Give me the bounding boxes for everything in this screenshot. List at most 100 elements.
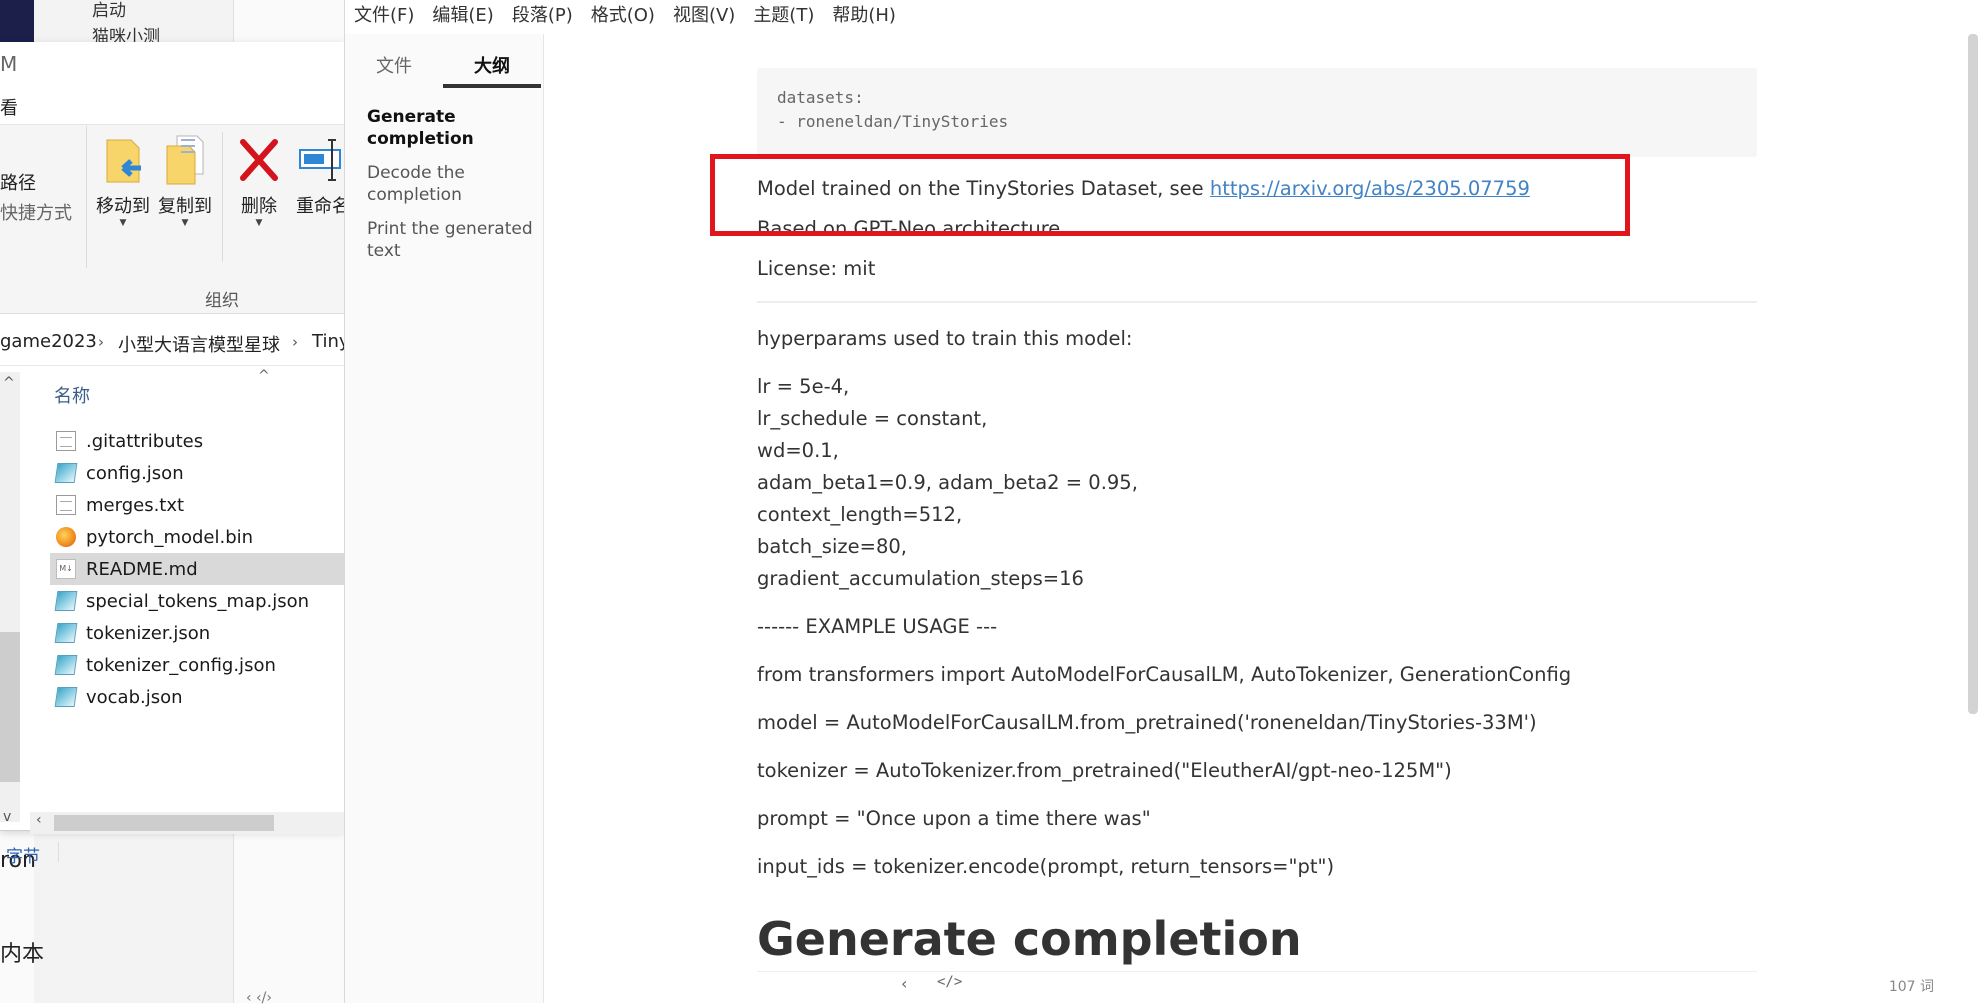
menu-help[interactable]: 帮助(H)	[823, 0, 905, 34]
move-to-label: 移动到	[96, 196, 150, 217]
outline-item-decode-completion[interactable]: Decode the completion	[367, 162, 537, 206]
status-separator	[58, 842, 59, 862]
code-block[interactable]: datasets: - roneneldan/TinyStories	[757, 68, 1757, 157]
model-load-line: model = AutoModelForCausalLM.from_pretra…	[757, 711, 1537, 734]
sidebar: 文件 大纲 Generate completion Decode the com…	[345, 34, 544, 1003]
heading-underline	[757, 971, 1757, 972]
model-description: Model trained on the TinyStories Dataset…	[757, 173, 1757, 205]
horizontal-scrollbar[interactable]	[30, 812, 344, 834]
menu-theme[interactable]: 主题(T)	[744, 0, 823, 34]
list-item[interactable]: config.json	[50, 457, 344, 489]
breadcrumb-item[interactable]: 小型大语言模型星球	[118, 331, 280, 357]
menu-bar: 文件(F) 编辑(E) 段落(P) 格式(O) 视图(V) 主题(T) 帮助(H…	[345, 0, 1979, 34]
list-item[interactable]: tokenizer.json	[50, 617, 344, 649]
menu-edit[interactable]: 编辑(E)	[423, 0, 502, 34]
source-mode-icon[interactable]: </>	[937, 974, 962, 990]
breadcrumb-item[interactable]: game2023	[0, 331, 97, 352]
markdown-document[interactable]: datasets: - roneneldan/TinyStories Model…	[757, 68, 1757, 972]
file-name: merges.txt	[86, 494, 185, 516]
breadcrumb[interactable]: game2023 › 小型大语言模型星球 › Tiny	[0, 320, 350, 366]
menu-view[interactable]: 视图(V)	[664, 0, 744, 34]
copy-path-button[interactable]: 路径	[0, 169, 36, 195]
model-text: Model trained on the TinyStories Dataset…	[757, 177, 1210, 200]
json-file-icon	[54, 591, 78, 611]
menu-file[interactable]: 文件(F)	[345, 0, 423, 34]
chevron-down-icon[interactable]: v	[3, 809, 11, 825]
param-line: lr = 5e-4,	[757, 375, 850, 398]
param-line: wd=0.1,	[757, 439, 839, 462]
tokenizer-load-line: tokenizer = AutoTokenizer.from_pretraine…	[757, 759, 1452, 782]
architecture-line: Based on GPT-Neo architecture.	[757, 217, 1067, 237]
bin-file-icon	[56, 527, 76, 547]
copy-to-icon	[152, 134, 218, 190]
tab-files[interactable]: 文件	[345, 48, 443, 88]
tab-outline[interactable]: 大纲	[443, 48, 541, 88]
markdown-file-icon: M↓	[56, 559, 76, 579]
license-line: License: mit	[757, 257, 876, 280]
code-line: datasets:	[777, 88, 864, 107]
param-line: adam_beta1=0.9, adam_beta2 = 0.95,	[757, 471, 1138, 494]
prompt-line: prompt = "Once upon a time there was"	[757, 807, 1151, 830]
delete-label: 删除	[241, 196, 277, 217]
horizontal-rule	[757, 301, 1757, 303]
list-item[interactable]: vocab.json	[50, 681, 344, 713]
chevron-down-icon: ▼	[119, 218, 127, 228]
delete-button[interactable]: 删除 ▼	[226, 134, 292, 228]
explorer-view-tab[interactable]: 看	[0, 94, 18, 120]
arxiv-link[interactable]: https://arxiv.org/abs/2305.07759	[1210, 177, 1530, 200]
list-item-selected[interactable]: M↓ README.md	[50, 553, 344, 585]
background-launch-label[interactable]: 启动	[92, 0, 126, 21]
hyperparams-list: lr = 5e-4, lr_schedule = constant, wd=0.…	[757, 371, 1757, 595]
json-file-icon	[54, 623, 78, 643]
file-name: vocab.json	[86, 686, 183, 708]
file-name: config.json	[86, 462, 184, 484]
scrollbar-thumb[interactable]	[0, 632, 20, 782]
name-column-header[interactable]: 名称	[54, 382, 90, 408]
paste-shortcut-button[interactable]: 快捷方式	[0, 199, 72, 225]
list-item[interactable]: merges.txt	[50, 489, 344, 521]
typora-window: 文件(F) 编辑(E) 段落(P) 格式(O) 视图(V) 主题(T) 帮助(H…	[344, 0, 1979, 1003]
file-name: pytorch_model.bin	[86, 526, 254, 548]
input-ids-line: input_ids = tokenizer.encode(prompt, ret…	[757, 855, 1335, 878]
list-item[interactable]: .gitattributes	[50, 425, 344, 457]
background-footer-icons[interactable]: ‹ ‹/›	[246, 990, 272, 1006]
copy-to-button[interactable]: 复制到 ▼	[152, 134, 218, 228]
file-explorer-window: M 看 路径 快捷方式 移动到 ▼ 复制到 ▼ 删除 ▼ 重命名 组织 game…	[0, 42, 350, 867]
file-name: tokenizer.json	[86, 622, 211, 644]
file-list: .gitattributes config.json merges.txt py…	[50, 425, 344, 713]
toggle-sidebar-icon[interactable]: ‹	[901, 974, 907, 993]
chevron-down-icon: ▼	[181, 218, 189, 228]
menu-paragraph[interactable]: 段落(P)	[503, 0, 582, 34]
list-item[interactable]: pytorch_model.bin	[50, 521, 344, 553]
word-count[interactable]: 107 词	[1889, 976, 1934, 996]
chevron-down-icon: ▼	[255, 218, 263, 228]
explorer-title-fragment: M	[0, 52, 18, 76]
list-item[interactable]: tokenizer_config.json	[50, 649, 344, 681]
param-line: lr_schedule = constant,	[757, 407, 988, 430]
list-item[interactable]: special_tokens_map.json	[50, 585, 344, 617]
sort-ascending-icon: ^	[258, 368, 270, 384]
scrollbar-thumb[interactable]	[1968, 34, 1978, 714]
import-line: from transformers import AutoModelForCau…	[757, 663, 1572, 686]
delete-x-icon	[226, 134, 292, 190]
chevron-left-icon[interactable]: ‹	[36, 812, 42, 828]
editor-area[interactable]: datasets: - roneneldan/TinyStories Model…	[545, 34, 1979, 1003]
background-dark-tile	[0, 0, 34, 42]
move-to-button[interactable]: 移动到 ▼	[90, 134, 156, 228]
outline-item-generate-completion[interactable]: Generate completion	[367, 106, 537, 150]
menu-format[interactable]: 格式(O)	[582, 0, 664, 34]
editor-scrollbar[interactable]	[1965, 34, 1979, 1003]
outline-item-print-text[interactable]: Print the generated text	[367, 218, 537, 262]
ribbon-separator	[222, 132, 223, 262]
copy-to-label: 复制到	[158, 196, 212, 217]
sidebar-tabs: 文件 大纲	[345, 48, 544, 88]
status-bar-text: 字节	[6, 847, 40, 867]
move-to-icon	[90, 134, 156, 190]
chevron-up-icon[interactable]: ^	[3, 375, 15, 391]
code-line: - roneneldan/TinyStories	[777, 112, 1009, 131]
scrollbar-thumb[interactable]	[54, 815, 274, 831]
ribbon-group-label: 组织	[205, 291, 239, 311]
document-icon	[56, 431, 76, 451]
file-name: .gitattributes	[86, 430, 204, 452]
nav-pane-scrollbar[interactable]	[0, 372, 20, 822]
